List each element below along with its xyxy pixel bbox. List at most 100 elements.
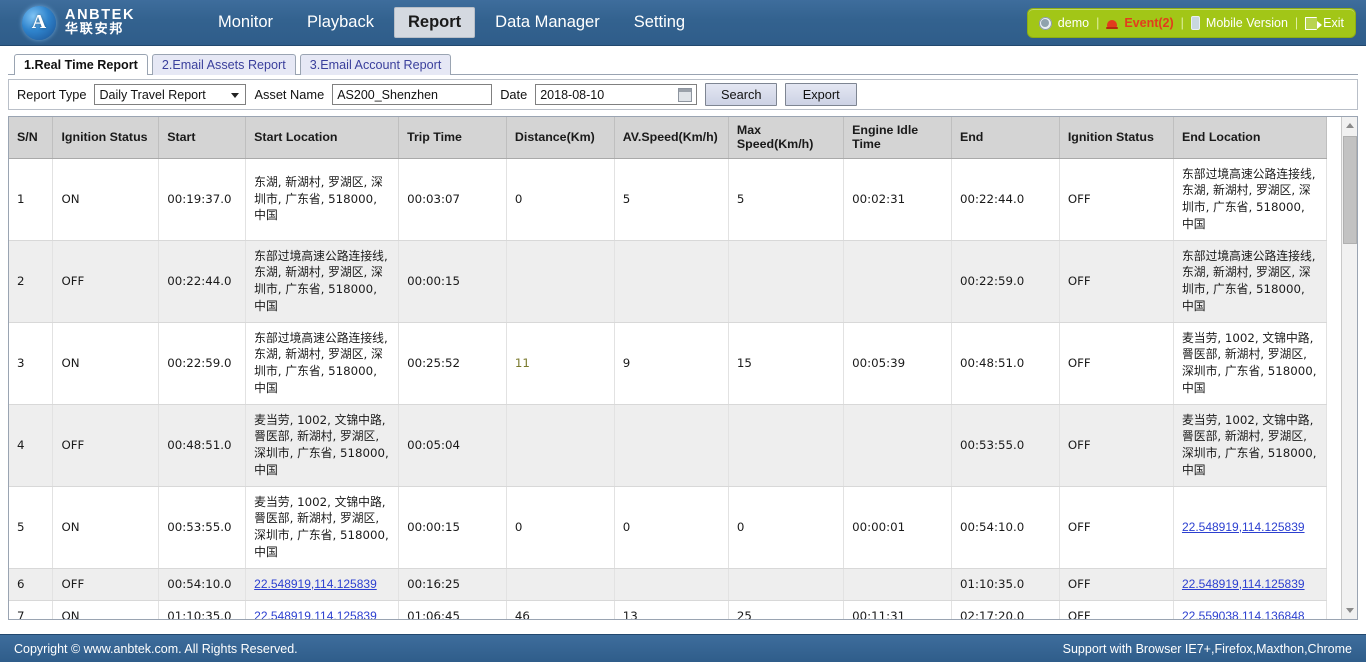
col-end-location[interactable]: End Location — [1173, 117, 1326, 158]
cell-end-location-link[interactable]: 22.548919,114.125839 — [1182, 520, 1305, 534]
copyright-text: Copyright © www.anbtek.com. All Rights R… — [14, 642, 298, 656]
cell-end-location-link[interactable]: 22.559038,114.136848 — [1182, 609, 1305, 619]
cell-ignition-start: ON — [53, 486, 159, 568]
cell-ignition-start: OFF — [53, 240, 159, 322]
cell-av-speed: 13 — [614, 600, 728, 619]
cell-end: 00:22:59.0 — [951, 240, 1059, 322]
cell-max-speed — [728, 404, 843, 486]
col-sn[interactable]: S/N — [9, 117, 53, 158]
cell-sn: 2 — [9, 240, 53, 322]
cell-ignition-end: OFF — [1059, 322, 1173, 404]
asset-name-input[interactable]: AS200_Shenzhen — [332, 84, 492, 105]
cell-start-location-link[interactable]: 22.548919,114.125839 — [254, 577, 377, 591]
brand-name-cn: 华联安邦 — [65, 23, 135, 37]
table-row[interactable]: 2OFF00:22:44.0东部过境高速公路连接线, 东湖, 新湖村, 罗湖区,… — [9, 240, 1327, 322]
cell-start: 01:10:35.0 — [159, 600, 246, 619]
tab-email-account-report[interactable]: 3.Email Account Report — [300, 54, 452, 75]
col-ignition-end[interactable]: Ignition Status — [1059, 117, 1173, 158]
cell-engine-idle — [844, 404, 952, 486]
col-trip-time[interactable]: Trip Time — [399, 117, 507, 158]
calendar-icon[interactable] — [678, 88, 692, 102]
filter-toolbar: Report Type Daily Travel Report Asset Na… — [8, 79, 1358, 110]
table-row[interactable]: 1ON00:19:37.0东湖, 新湖村, 罗湖区, 深圳市, 广东省, 518… — [9, 158, 1327, 240]
cell-av-speed: 9 — [614, 322, 728, 404]
cell-distance: 46 — [506, 600, 614, 619]
user-session-bar: demo | Event(2) | Mobile Version | Exit — [1027, 8, 1356, 38]
logo-letter-a: A — [22, 6, 56, 40]
separator-3: | — [1295, 16, 1298, 30]
table-row[interactable]: 5ON00:53:55.0麦当劳, 1002, 文锦中路, 罾医部, 新湖村, … — [9, 486, 1327, 568]
table-row[interactable]: 6OFF00:54:10.0 22.548919,114.125839 00:16:… — [9, 568, 1327, 600]
cell-end-location[interactable]: 22.548919,114.125839 — [1173, 568, 1326, 600]
separator-2: | — [1181, 16, 1184, 30]
tab-email-assets-report[interactable]: 2.Email Assets Report — [152, 54, 296, 75]
cell-start-location: 东湖, 新湖村, 罗湖区, 深圳市, 广东省, 518000, 中国 — [246, 158, 399, 240]
col-end[interactable]: End — [951, 117, 1059, 158]
cell-av-speed — [614, 404, 728, 486]
cell-ignition-end: OFF — [1059, 486, 1173, 568]
cell-end-location-link[interactable]: 22.548919,114.125839 — [1182, 577, 1305, 591]
col-ignition-start[interactable]: Ignition Status — [53, 117, 159, 158]
cell-sn: 7 — [9, 600, 53, 619]
col-engine-idle-time[interactable]: Engine Idle Time — [844, 117, 952, 158]
table-vertical-scrollbar[interactable] — [1341, 117, 1357, 619]
cell-engine-idle: 00:02:31 — [844, 158, 952, 240]
chevron-down-icon — [231, 93, 239, 98]
col-av-speed[interactable]: AV.Speed(Km/h) — [614, 117, 728, 158]
report-type-value: Daily Travel Report — [99, 88, 205, 102]
cell-av-speed — [614, 568, 728, 600]
cell-end-location[interactable]: 22.559038,114.136848 — [1173, 600, 1326, 619]
cell-engine-idle: 00:11:31 — [844, 600, 952, 619]
user-avatar-icon — [1039, 17, 1052, 30]
cell-start: 00:22:59.0 — [159, 322, 246, 404]
report-table-head: S/N Ignition Status Start Start Location… — [9, 117, 1327, 158]
cell-ignition-start: OFF — [53, 568, 159, 600]
cell-trip-time: 00:03:07 — [399, 158, 507, 240]
cell-end: 01:10:35.0 — [951, 568, 1059, 600]
mobile-version-link[interactable]: Mobile Version — [1206, 16, 1288, 30]
scroll-up-arrow-icon[interactable] — [1342, 117, 1358, 134]
nav-item-monitor[interactable]: Monitor — [204, 7, 287, 38]
cell-engine-idle — [844, 568, 952, 600]
cell-trip-time: 00:16:25 — [399, 568, 507, 600]
nav-item-report[interactable]: Report — [394, 7, 475, 38]
tab-real-time-report[interactable]: 1.Real Time Report — [14, 54, 148, 75]
col-start-location[interactable]: Start Location — [246, 117, 399, 158]
scrollbar-thumb[interactable] — [1343, 136, 1357, 244]
col-max-speed[interactable]: Max Speed(Km/h) — [728, 117, 843, 158]
date-input[interactable]: 2018-08-10 — [535, 84, 697, 105]
cell-end-location: 东部过境高速公路连接线, 东湖, 新湖村, 罗湖区, 深圳市, 广东省, 518… — [1173, 240, 1326, 322]
table-row[interactable]: 7ON01:10:35.022.548919,114.12583901:06:4… — [9, 600, 1327, 619]
cell-ignition-start: ON — [53, 322, 159, 404]
table-row[interactable]: 3ON00:22:59.0东部过境高速公路连接线, 东湖, 新湖村, 罗湖区, … — [9, 322, 1327, 404]
cell-engine-idle: 00:05:39 — [844, 322, 952, 404]
col-start[interactable]: Start — [159, 117, 246, 158]
browser-support-text: Support with Browser IE7+,Firefox,Maxtho… — [1063, 642, 1352, 656]
cell-sn: 6 — [9, 568, 53, 600]
cell-start: 00:54:10.0 — [159, 568, 246, 600]
separator-1: | — [1096, 16, 1099, 30]
exit-link[interactable]: Exit — [1323, 16, 1344, 30]
cell-end-location[interactable]: 22.548919,114.125839 — [1173, 486, 1326, 568]
username-label: demo — [1058, 16, 1089, 30]
search-button[interactable]: Search — [705, 83, 777, 106]
cell-start-location[interactable]: 22.548919,114.125839 — [246, 600, 399, 619]
alarm-bell-icon[interactable] — [1106, 17, 1118, 29]
cell-start-location[interactable]: 22.548919,114.125839 — [246, 568, 399, 600]
cell-trip-time: 00:00:15 — [399, 486, 507, 568]
scroll-down-arrow-icon[interactable] — [1342, 602, 1358, 619]
col-distance[interactable]: Distance(Km) — [506, 117, 614, 158]
cell-start: 00:19:37.0 — [159, 158, 246, 240]
report-table-body: 1ON00:19:37.0东湖, 新湖村, 罗湖区, 深圳市, 广东省, 518… — [9, 158, 1327, 619]
nav-item-playback[interactable]: Playback — [293, 7, 388, 38]
export-button[interactable]: Export — [785, 83, 857, 106]
nav-item-data-manager[interactable]: Data Manager — [481, 7, 614, 38]
nav-item-setting[interactable]: Setting — [620, 7, 699, 38]
cell-start-location-link[interactable]: 22.548919,114.125839 — [254, 609, 377, 619]
cell-max-speed: 0 — [728, 486, 843, 568]
report-table: S/N Ignition Status Start Start Location… — [9, 117, 1327, 619]
table-row[interactable]: 4OFF00:48:51.0麦当劳, 1002, 文锦中路, 罾医部, 新湖村,… — [9, 404, 1327, 486]
event-count-link[interactable]: Event(2) — [1124, 16, 1173, 30]
report-type-select[interactable]: Daily Travel Report — [94, 84, 246, 105]
cell-engine-idle: 00:00:01 — [844, 486, 952, 568]
